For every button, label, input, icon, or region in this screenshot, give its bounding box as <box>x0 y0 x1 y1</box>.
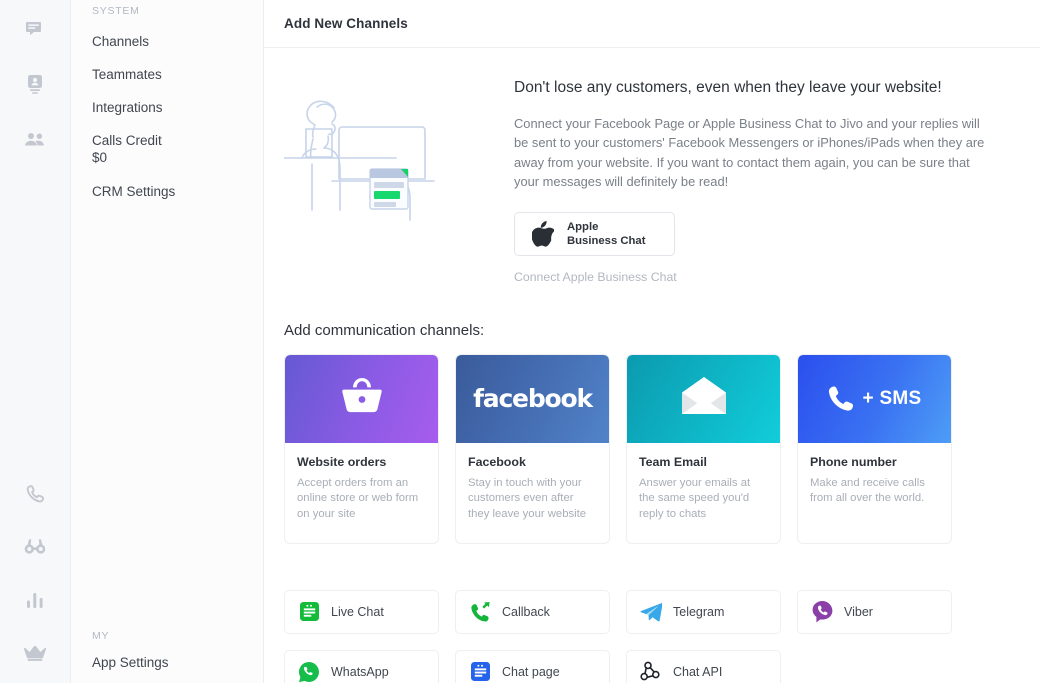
hero-text: Don't lose any customers, even when they… <box>489 78 989 284</box>
open-envelope-icon <box>678 375 730 422</box>
card-body: Website orders Accept orders from an onl… <box>285 443 438 523</box>
channel-chip-list: Live Chat Callback Telegram Viber WhatsA… <box>284 589 968 683</box>
channel-card-website-orders[interactable]: Website orders Accept orders from an onl… <box>284 353 439 544</box>
calls-credit-amount: $0 <box>92 150 108 165</box>
subscription-icon[interactable] <box>18 636 52 669</box>
card-banner: facebook <box>456 354 609 443</box>
page-body: Don't lose any customers, even when they… <box>264 48 1040 683</box>
sidebar-group-title-my: MY <box>92 630 110 642</box>
phone-plus-sms-icon: + SMS <box>827 385 921 413</box>
chip-label: Telegram <box>673 604 725 619</box>
sidebar-item-teammates[interactable]: Teammates <box>92 66 263 83</box>
hero-title: Don't lose any customers, even when they… <box>514 79 942 96</box>
apple-business-chat-button[interactable]: Apple Business Chat <box>514 211 675 256</box>
facebook-wordmark: facebook <box>473 384 593 414</box>
contacts-card-icon[interactable] <box>18 68 52 101</box>
page-title: Add New Channels <box>284 16 408 31</box>
hero-description: Connect your Facebook Page or Apple Busi… <box>514 116 985 190</box>
chat-api-icon <box>640 661 662 683</box>
calls-icon[interactable] <box>18 477 52 510</box>
chip-label: WhatsApp <box>331 664 389 679</box>
rail-bottom-group <box>0 477 70 669</box>
sidebar-group-title-system: SYSTEM <box>92 5 140 17</box>
rail-top-group <box>18 0 52 155</box>
icon-rail <box>0 0 71 683</box>
apple-label-line2: Business Chat <box>567 234 646 247</box>
main-content: Add New Channels Don't lose any customer… <box>264 0 1040 683</box>
card-body: Facebook Stay in touch with your custome… <box>456 443 609 523</box>
page-header: Add New Channels <box>264 0 1040 48</box>
card-body: Team Email Answer your emails at the sam… <box>627 443 780 523</box>
chip-whatsapp[interactable]: WhatsApp <box>284 649 439 683</box>
teammates-icon[interactable] <box>18 122 52 155</box>
sms-badge-text: + SMS <box>862 387 922 409</box>
card-banner <box>285 354 438 443</box>
calls-credit-label: Calls Credit <box>92 133 162 148</box>
sidebar-item-integrations[interactable]: Integrations <box>92 99 263 116</box>
telegram-icon <box>640 601 662 623</box>
sidebar-item-calls-credit[interactable]: Calls Credit $0 <box>92 132 263 167</box>
card-description: Accept orders from an online store or we… <box>297 476 419 520</box>
channel-cards: Website orders Accept orders from an onl… <box>284 353 1020 544</box>
card-title: Facebook <box>468 454 526 469</box>
chip-chat-api[interactable]: Chat API <box>626 649 781 683</box>
callback-phone-icon <box>469 601 491 623</box>
chats-icon[interactable] <box>18 14 52 47</box>
card-banner: + SMS <box>798 354 951 443</box>
analytics-icon[interactable] <box>18 583 52 616</box>
person-at-desk-illustration <box>283 78 489 284</box>
chip-label: Chat API <box>673 664 723 679</box>
card-banner <box>627 354 780 443</box>
connect-apple-business-chat-link[interactable]: Connect Apple Business Chat <box>514 270 989 284</box>
whatsapp-icon <box>298 661 320 683</box>
channel-card-team-email[interactable]: Team Email Answer your emails at the sam… <box>626 353 781 544</box>
channel-card-facebook[interactable]: facebook Facebook Stay in touch with you… <box>455 353 610 544</box>
sidebar-item-crm-settings[interactable]: CRM Settings <box>92 183 263 200</box>
chip-label: Viber <box>844 604 873 619</box>
card-title: Phone number <box>810 454 897 469</box>
apple-business-chat-label: Apple Business Chat <box>567 220 645 248</box>
card-description: Stay in touch with your customers even a… <box>468 476 587 520</box>
card-description: Make and receive calls from all over the… <box>810 476 925 505</box>
card-body: Phone number Make and receive calls from… <box>798 443 951 507</box>
chip-label: Callback <box>502 604 550 619</box>
card-title: Team Email <box>639 454 707 469</box>
chip-label: Chat page <box>502 664 560 679</box>
sidebar-nav: SYSTEM Channels Teammates Integrations C… <box>71 0 264 683</box>
channels-section-title: Add communication channels: <box>284 321 485 339</box>
chip-telegram[interactable]: Telegram <box>626 589 781 634</box>
channel-card-phone-number[interactable]: + SMS Phone number Make and receive call… <box>797 353 952 544</box>
chip-viber[interactable]: Viber <box>797 589 952 634</box>
apple-label-line1: Apple <box>567 220 599 233</box>
chat-page-icon <box>469 661 491 683</box>
chip-label: Live Chat <box>331 604 384 619</box>
apple-logo-icon <box>531 220 556 247</box>
card-description: Answer your emails at the same speed you… <box>639 476 751 520</box>
chip-callback[interactable]: Callback <box>455 589 610 634</box>
card-title: Website orders <box>297 454 387 469</box>
chip-chat-page[interactable]: Chat page <box>455 649 610 683</box>
shopping-basket-icon <box>340 375 384 422</box>
chip-live-chat[interactable]: Live Chat <box>284 589 439 634</box>
viber-icon <box>811 600 833 623</box>
live-chat-icon <box>298 601 320 623</box>
sidebar-bottom-group: MY App Settings <box>92 625 263 675</box>
visitors-icon[interactable] <box>18 530 52 563</box>
app-root: SYSTEM Channels Teammates Integrations C… <box>0 0 1040 683</box>
sidebar-item-app-settings[interactable]: App Settings <box>92 654 263 671</box>
sidebar-item-channels[interactable]: Channels <box>92 33 263 50</box>
hero-section: Don't lose any customers, even when they… <box>283 48 1020 284</box>
